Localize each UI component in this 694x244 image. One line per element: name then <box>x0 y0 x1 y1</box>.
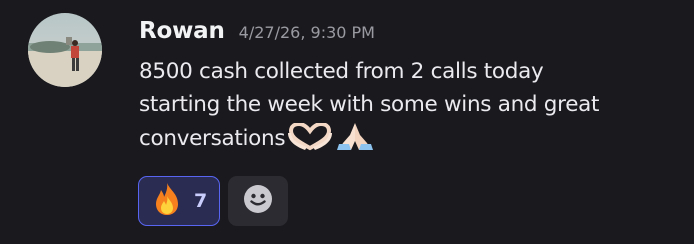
folded-hands-emoji-icon <box>335 121 375 162</box>
reaction-fire-button[interactable]: 7 <box>138 176 221 226</box>
avatar[interactable] <box>28 13 102 87</box>
message-line: conversations <box>139 126 286 151</box>
heart-hands-emoji-icon <box>287 121 333 162</box>
message-line: 8500 cash collected from 2 calls today <box>139 59 544 84</box>
reaction-count: 7 <box>194 190 208 212</box>
reactions-bar: 7 <box>138 176 289 226</box>
message-line: starting the week with some wins and gre… <box>139 91 600 117</box>
chat-message: Rowan 4/27/26, 9:30 PM 8500 cash collect… <box>0 0 694 244</box>
smiley-icon <box>243 184 273 218</box>
avatar-photo <box>28 13 102 87</box>
message-header: Rowan 4/27/26, 9:30 PM <box>139 13 375 49</box>
message-content: 8500 cash collected from 2 calls today s… <box>139 56 679 162</box>
author-name[interactable]: Rowan <box>139 13 225 49</box>
message-timestamp[interactable]: 4/27/26, 9:30 PM <box>239 15 375 51</box>
add-reaction-button[interactable] <box>228 176 289 226</box>
fire-icon <box>150 182 184 220</box>
message-line-with-emojis: conversations <box>139 121 679 162</box>
